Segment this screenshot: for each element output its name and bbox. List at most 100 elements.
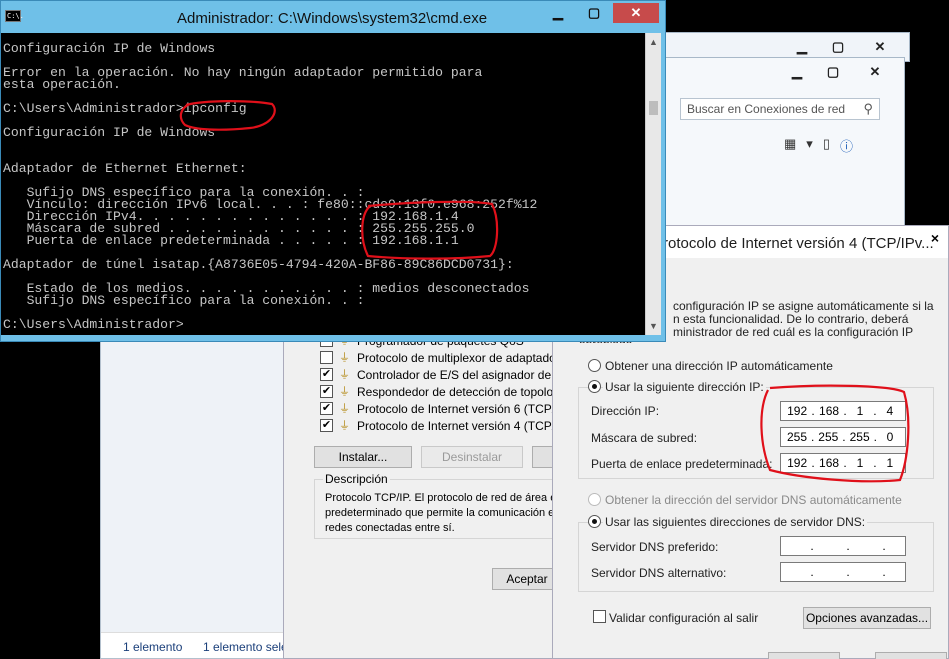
console-line: Adaptador de túnel isatap.{A8736E05-4794… (3, 257, 514, 272)
component-item[interactable]: ✔ ⏚ Respondedor de detección de topologías (320, 383, 576, 400)
preview-pane-icon[interactable]: ▯ (823, 136, 830, 155)
alternate-dns-label: Servidor DNS alternativo: (591, 566, 727, 580)
close-icon[interactable]: ✕ (852, 62, 898, 82)
preferred-dns-dot-3: . (882, 539, 886, 553)
maximize-icon[interactable]: ▢ (816, 62, 850, 82)
auto-ip-label[interactable]: Obtener una dirección IP automáticamente (605, 359, 833, 373)
search-input[interactable]: Buscar en Conexiones de red ⚲ (680, 98, 880, 120)
maximize-icon[interactable]: ▢ (577, 3, 611, 23)
console-line: C:\Users\Administrador>ipconfig (3, 101, 247, 116)
minimize-icon[interactable]: ▁ (541, 3, 575, 23)
ip-octet-2: 168 (819, 404, 840, 418)
advanced-options-button[interactable]: Opciones avanzadas... (803, 607, 931, 629)
description-group: Descripción Protocolo TCP/IP. El protoco… (314, 472, 560, 539)
gateway-label: Puerta de enlace predeterminada: (591, 457, 773, 471)
gateway-octet-3: 1 (856, 456, 864, 470)
search-placeholder: Buscar en Conexiones de red (687, 102, 846, 116)
preferred-dns-label: Servidor DNS preferido: (591, 540, 719, 554)
minimize-icon[interactable]: ▁ (780, 62, 814, 82)
ip-address-field[interactable]: 192. 168. 1. 4 (780, 401, 906, 421)
install-button[interactable]: Instalar... (314, 446, 412, 468)
close-icon[interactable]: × (922, 230, 948, 250)
close-icon[interactable]: ✕ (857, 37, 903, 57)
console-line: esta operación. (3, 77, 121, 92)
manual-dns-label[interactable]: Usar las siguientes direcciones de servi… (603, 515, 868, 529)
subnet-mask-label: Máscara de subred: (591, 431, 698, 445)
console-line: Configuración IP de Windows (3, 41, 216, 56)
checkbox-checked[interactable]: ✔ (320, 385, 333, 398)
component-label: Protocolo de Internet versión 4 (TCP/IPv (357, 418, 573, 433)
description-legend: Descripción (323, 472, 390, 486)
vertical-scrollbar[interactable]: ▲ ▼ (645, 33, 661, 335)
network-protocol-icon: ⏚ (339, 351, 350, 364)
preferred-dns-field[interactable]: ... (780, 536, 906, 556)
network-connections-window: ▁ ▢ ✕ Buscar en Conexiones de red ⚲ ▦ ▾ … (665, 57, 905, 237)
checkbox-checked[interactable]: ✔ (320, 368, 333, 381)
gateway-octet-4: 1 (886, 456, 894, 470)
scroll-up-icon[interactable]: ▲ (649, 37, 658, 47)
console-line: Adaptador de Ethernet Ethernet: (3, 161, 247, 176)
close-icon[interactable]: ✕ (613, 3, 659, 23)
alternate-dns-field[interactable]: ... (780, 562, 906, 582)
auto-ip-radio[interactable] (588, 359, 601, 372)
console-line: Sufijo DNS específico para la conexión. … (3, 293, 365, 308)
ip-octet-4: 4 (886, 404, 894, 418)
console-line: Configuración IP de Windows (3, 125, 216, 140)
maximize-icon[interactable]: ▢ (821, 37, 855, 57)
component-item[interactable]: ✔ ⏚ Protocolo de Internet versión 6 (TCP/I… (320, 400, 572, 417)
uninstall-button: Desinstalar (421, 446, 523, 468)
description-text: Protocolo TCP/IP. El protocolo de red de… (325, 491, 560, 536)
network-protocol-icon: ⏚ (339, 385, 350, 398)
console-output[interactable]: Configuración IP de Windows Error en la o… (1, 33, 645, 335)
mask-octet-3: 255 (849, 430, 870, 444)
console-line: C:\Users\Administrador> (3, 317, 184, 332)
manual-dns-radio[interactable] (588, 515, 601, 528)
mask-octet-4: 0 (886, 430, 894, 444)
component-item[interactable]: ✔ ⏚ Controlador de E/S del asignador de de… (320, 366, 578, 383)
scrollbar-thumb[interactable] (649, 101, 658, 115)
preferred-dns-dot-1: . (810, 539, 814, 553)
alternate-dns-dot-3: . (882, 565, 886, 579)
manual-ip-label[interactable]: Usar la siguiente dirección IP: (603, 380, 766, 394)
mask-octet-2: 255 (818, 430, 839, 444)
description-line-1: Protocolo TCP/IP. El protocolo de red de… (325, 492, 557, 504)
checkbox-checked[interactable]: ✔ (320, 419, 333, 432)
mask-octet-1: 255 (786, 430, 808, 444)
auto-dns-radio (588, 493, 601, 506)
alternate-dns-dot-1: . (810, 565, 814, 579)
chevron-down-icon[interactable]: ▾ (806, 136, 813, 155)
ok-button-partial[interactable] (768, 652, 840, 659)
ip-octet-3: 1 (856, 404, 864, 418)
gateway-field[interactable]: 192. 168. 1. 1 (780, 453, 906, 473)
console-line: Puerta de enlace predeterminada . . . . … (3, 233, 459, 248)
search-icon[interactable]: ⚲ (863, 101, 873, 117)
change-view-icon[interactable]: ▦ (784, 136, 796, 155)
network-protocol-icon: ⏚ (339, 419, 350, 432)
console-text: Configuración IP de Windows Error en la o… (3, 41, 537, 332)
manual-ip-radio[interactable] (588, 380, 601, 393)
help-icon[interactable]: ⓘ (840, 136, 853, 155)
subnet-mask-field[interactable]: 255. 255. 255. 0 (780, 427, 906, 447)
description-line-3: redes conectadas entre sí. (325, 522, 455, 534)
validate-label[interactable]: Validar configuración al salir (609, 611, 758, 625)
component-label: Controlador de E/S del asignador de dete (357, 367, 578, 382)
cancel-button-partial[interactable] (875, 652, 947, 659)
gateway-octet-2: 168 (819, 456, 840, 470)
view-toolbar: ▦ ▾ ▯ ⓘ (784, 136, 853, 155)
cmd-icon: C:\. (5, 10, 24, 22)
intro-line-3: ministrador de red cuál es la configurac… (673, 325, 914, 339)
component-item[interactable]: ✔ ⏚ Protocolo de Internet versión 4 (TCP/I… (320, 417, 572, 434)
minimize-icon[interactable]: ▁ (785, 37, 819, 57)
component-label: Protocolo de multiplexor de adaptador de (357, 350, 577, 365)
description-line-2: predeterminado que permite la comunicaci… (325, 507, 561, 519)
intro-line-2: n esta funcionalidad. De lo contrario, d… (673, 312, 909, 326)
scroll-down-icon[interactable]: ▼ (649, 321, 658, 331)
component-item[interactable]: ⏚ Protocolo de multiplexor de adaptador d… (320, 349, 576, 366)
preferred-dns-dot-2: . (846, 539, 850, 553)
cmd-titlebar[interactable]: C:\. Administrador: C:\Windows\system32\… (1, 1, 665, 33)
checkbox-checked[interactable]: ✔ (320, 402, 333, 415)
checkbox-unchecked[interactable] (320, 351, 333, 364)
validate-checkbox[interactable] (593, 610, 606, 623)
network-protocol-icon: ⏚ (339, 402, 350, 415)
